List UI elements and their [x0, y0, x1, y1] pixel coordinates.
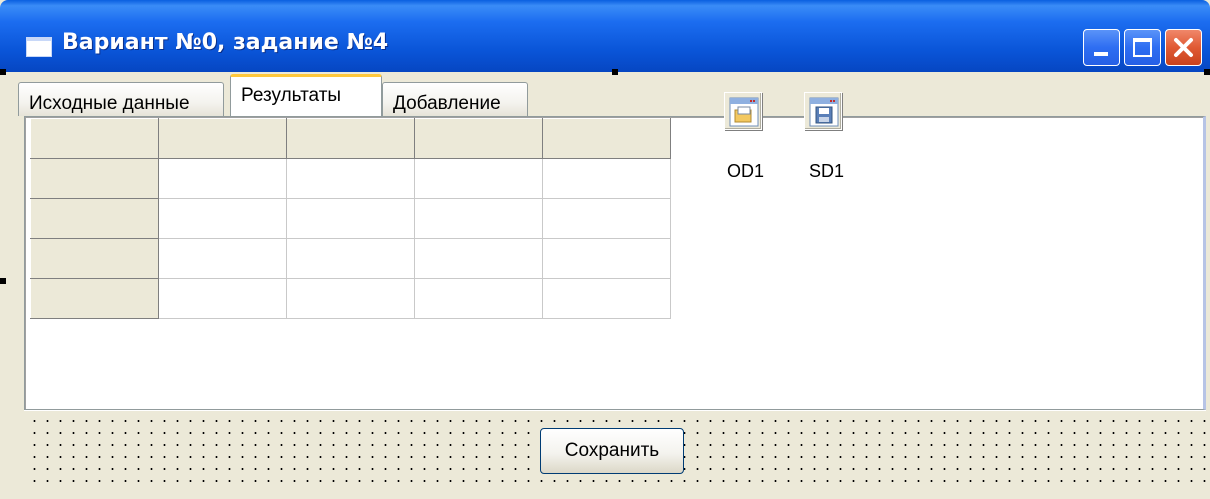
tab-add[interactable]: Добавление	[382, 82, 528, 116]
open-dialog-icon	[729, 97, 759, 127]
grid-fixed-cell[interactable]	[542, 118, 671, 159]
table-row	[30, 158, 671, 199]
grid-cell[interactable]	[542, 198, 671, 239]
table-row	[30, 198, 671, 239]
grid-fixed-cell[interactable]	[30, 238, 159, 279]
grid-cell[interactable]	[542, 278, 671, 319]
grid-cell[interactable]	[414, 198, 543, 239]
grid-cell[interactable]	[414, 158, 543, 199]
window-title: Вариант №0, задание №4	[62, 30, 389, 55]
grid-cell[interactable]	[286, 198, 415, 239]
title-bar[interactable]: Вариант №0, задание №4	[0, 0, 1210, 72]
selection-handle[interactable]	[0, 69, 6, 75]
grid-fixed-cell[interactable]	[30, 118, 159, 159]
save-dialog-component[interactable]	[804, 92, 842, 130]
maximize-button[interactable]	[1124, 29, 1161, 66]
save-button[interactable]: Сохранить	[540, 428, 684, 474]
save-dialog-icon	[809, 97, 839, 127]
grid-cell[interactable]	[286, 238, 415, 279]
page-control-tabs: Исходные данные Результаты Добавление	[18, 74, 1208, 118]
grid-cell[interactable]	[286, 278, 415, 319]
grid-fixed-cell[interactable]	[286, 118, 415, 159]
open-dialog-component[interactable]	[724, 92, 762, 130]
form-window: Вариант №0, задание №4 Исходные данные Р…	[0, 0, 1210, 499]
window-frame-bottom	[0, 490, 1210, 499]
grid-fixed-cell[interactable]	[30, 198, 159, 239]
od1-label: OD1	[727, 161, 765, 181]
tab-source-data[interactable]: Исходные данные	[18, 82, 224, 116]
table-row	[30, 238, 671, 279]
grid-fixed-cell[interactable]	[30, 158, 159, 199]
grid-cell[interactable]	[158, 278, 287, 319]
sd1-label: SD1	[809, 161, 845, 181]
close-icon	[1174, 38, 1193, 57]
selection-handle[interactable]	[0, 278, 6, 284]
minimize-icon	[1094, 52, 1108, 56]
grid-fixed-cell[interactable]	[158, 118, 287, 159]
minimize-button[interactable]	[1083, 29, 1120, 66]
grid-cell[interactable]	[414, 278, 543, 319]
grid-cell[interactable]	[414, 238, 543, 279]
close-button[interactable]	[1165, 29, 1202, 66]
grid-cell[interactable]	[542, 158, 671, 199]
app-window-icon[interactable]	[26, 37, 52, 57]
results-string-grid[interactable]	[30, 118, 671, 319]
grid-cell[interactable]	[158, 158, 287, 199]
grid-cell[interactable]	[158, 198, 287, 239]
grid-cell[interactable]	[542, 238, 671, 279]
table-row	[30, 118, 671, 159]
grid-cell[interactable]	[286, 158, 415, 199]
maximize-icon	[1133, 38, 1152, 57]
table-row	[30, 278, 671, 319]
tab-results[interactable]: Результаты	[230, 74, 382, 118]
grid-fixed-cell[interactable]	[30, 278, 159, 319]
grid-cell[interactable]	[158, 238, 287, 279]
grid-fixed-cell[interactable]	[414, 118, 543, 159]
